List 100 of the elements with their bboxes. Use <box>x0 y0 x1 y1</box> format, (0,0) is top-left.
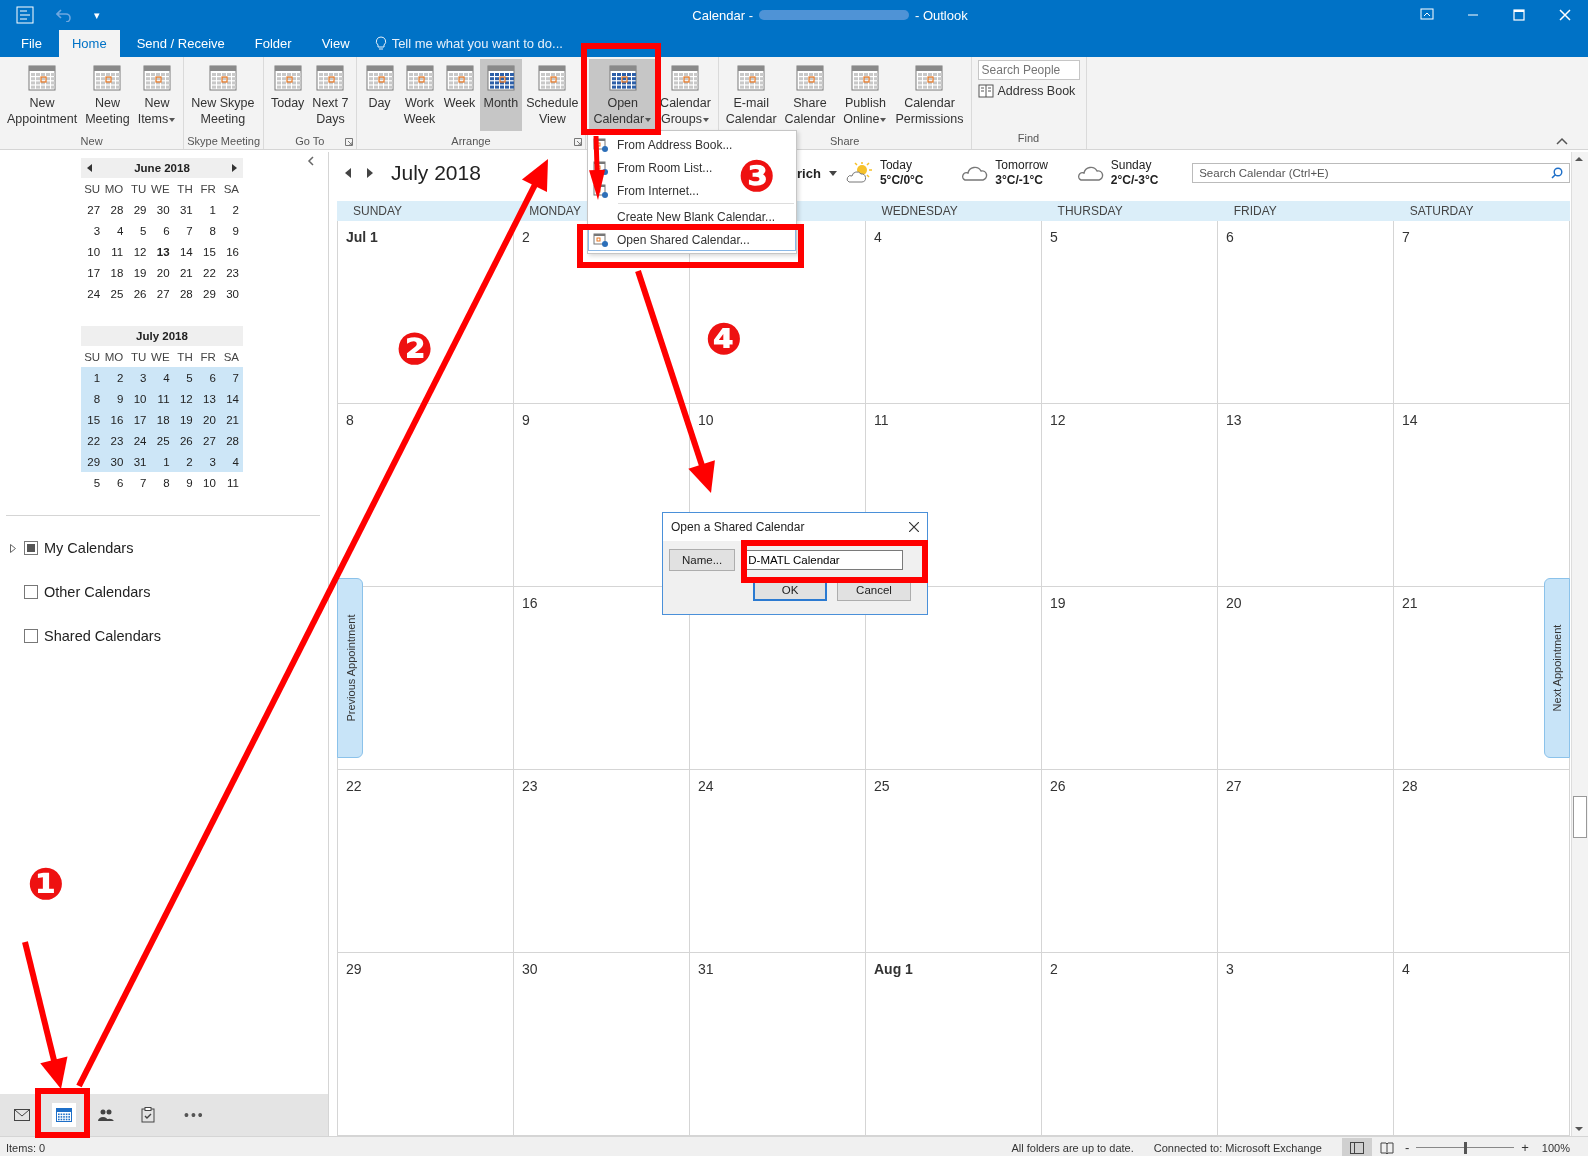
selected-week[interactable]: 15 16 17 18 19 20 21 <box>81 409 243 430</box>
menu-item[interactable]: Open Shared Calendar... <box>588 228 796 251</box>
ribbon-button[interactable]: New Items <box>133 59 181 129</box>
expand-icon[interactable] <box>10 543 16 553</box>
day-number[interactable]: 1 <box>196 203 220 216</box>
day-number[interactable]: 18 <box>104 266 128 279</box>
day-number[interactable]: 8 <box>150 476 174 489</box>
search-icon[interactable] <box>1551 167 1563 179</box>
ribbon-tab[interactable]: File <box>8 30 55 57</box>
day-number[interactable]: 4 <box>219 455 243 468</box>
day-number[interactable]: 21 <box>219 413 243 426</box>
collapse-pane-icon[interactable] <box>307 156 315 166</box>
location-label[interactable]: rich <box>797 165 821 181</box>
day-number[interactable]: 5 <box>127 224 151 237</box>
day-number[interactable]: 7 <box>173 224 197 237</box>
day-number[interactable]: 17 <box>127 413 151 426</box>
day-number[interactable]: 7 <box>127 476 151 489</box>
day-number[interactable]: 5 <box>173 371 197 384</box>
day-number[interactable]: 16 <box>104 413 128 426</box>
previous-month-icon[interactable] <box>87 164 93 172</box>
day-number[interactable]: 11 <box>104 245 128 258</box>
day-number[interactable]: 2 <box>104 371 128 384</box>
day-number[interactable]: 23 <box>219 266 243 279</box>
day-number[interactable]: 11 <box>219 476 243 489</box>
day-number[interactable]: 6 <box>150 224 174 237</box>
ribbon-button[interactable]: Month <box>479 59 523 131</box>
day-number[interactable]: 13 <box>196 392 220 405</box>
day-number[interactable]: 15 <box>196 245 220 258</box>
day-number[interactable]: 19 <box>127 266 151 279</box>
ribbon-button[interactable]: Day <box>359 59 400 113</box>
day-number[interactable]: 8 <box>81 392 105 405</box>
day-number[interactable]: 14 <box>219 392 243 405</box>
day-number[interactable]: 9 <box>219 224 243 237</box>
previous-appointment-tab[interactable]: Previous Appointment <box>337 578 363 758</box>
day-number[interactable]: 5 <box>81 476 105 489</box>
scrollbar[interactable] <box>1571 152 1588 1136</box>
day-number[interactable]: 22 <box>196 266 220 279</box>
selected-week[interactable]: 8 9 10 11 12 13 14 <box>81 388 243 409</box>
next-appointment-tab[interactable]: Next Appointment <box>1544 578 1570 758</box>
checkbox[interactable] <box>24 585 38 599</box>
ribbon-button[interactable]: Week <box>439 59 480 113</box>
customize-toolbar-button[interactable]: ▾ <box>94 8 100 22</box>
day-number[interactable]: 20 <box>196 413 220 426</box>
day-number[interactable]: 26 <box>173 434 197 447</box>
day-number[interactable]: 11 <box>150 392 174 405</box>
day-number[interactable]: 6 <box>104 476 128 489</box>
search-people-field[interactable]: Search People <box>977 60 1080 80</box>
ribbon-button[interactable]: Publish Online <box>839 59 892 129</box>
tell-me-field[interactable]: Tell me what you want to do... <box>391 36 563 51</box>
ribbon-button[interactable]: New Meeting <box>81 59 134 129</box>
day-number[interactable]: 17 <box>81 266 105 279</box>
day-number[interactable]: 9 <box>104 392 128 405</box>
ribbon-button[interactable]: Calendar Groups <box>656 59 715 129</box>
launcher-icon[interactable] <box>574 138 583 146</box>
day-number[interactable]: 8 <box>196 224 220 237</box>
caret-icon[interactable] <box>828 170 837 176</box>
checkbox[interactable] <box>24 629 38 643</box>
day-number[interactable]: 3 <box>127 371 151 384</box>
checkbox[interactable] <box>24 541 38 555</box>
day-number[interactable]: 18 <box>150 413 174 426</box>
zoom-in-button[interactable]: + <box>1518 1140 1532 1155</box>
day-number[interactable]: 26 <box>127 287 151 300</box>
day-number[interactable]: 10 <box>81 245 105 258</box>
day-number[interactable]: 3 <box>196 455 220 468</box>
ribbon-button[interactable]: Next 7 Days <box>308 59 353 129</box>
day-number[interactable]: 12 <box>173 392 197 405</box>
day-number[interactable]: 10 <box>127 392 151 405</box>
ribbon-button[interactable]: Schedule View <box>522 59 583 129</box>
ribbon-button[interactable]: Share Calendar <box>780 59 840 129</box>
search-field[interactable]: Search Calendar (Ctrl+E) <box>1192 163 1570 183</box>
day-number[interactable]: 16 <box>219 245 243 258</box>
zoom-thumb[interactable] <box>1464 1141 1468 1154</box>
next-month-icon[interactable] <box>231 164 237 172</box>
address-book-button[interactable]: Address Book <box>977 84 1080 98</box>
day-number[interactable]: 2 <box>173 455 197 468</box>
day-number[interactable]: 6 <box>196 371 220 384</box>
day-number[interactable]: 27 <box>81 203 105 216</box>
day-number[interactable]: 27 <box>196 434 220 447</box>
day-number[interactable]: 24 <box>127 434 151 447</box>
day-number[interactable]: 30 <box>104 455 128 468</box>
day-number[interactable]: 22 <box>81 434 105 447</box>
selected-week[interactable]: 22 23 24 25 26 27 28 <box>81 430 243 451</box>
ribbon-button[interactable]: New Appointment <box>3 59 82 129</box>
day-number[interactable]: 20 <box>150 266 174 279</box>
ribbon-tab[interactable]: Send / Receive <box>123 30 238 57</box>
day-number[interactable]: 30 <box>219 287 243 300</box>
launcher-icon[interactable] <box>344 138 353 146</box>
folder-label[interactable]: My Calendars <box>44 540 134 556</box>
ribbon-tab[interactable]: View <box>308 30 363 57</box>
day-number[interactable]: 9 <box>173 476 197 489</box>
menu-item[interactable]: Create New Blank Calendar... <box>588 205 796 228</box>
lightbulb-icon[interactable] <box>374 36 387 51</box>
day-number[interactable]: 23 <box>104 434 128 447</box>
folder-label[interactable]: Shared Calendars <box>44 628 161 644</box>
day-number[interactable]: 25 <box>150 434 174 447</box>
day-number[interactable]: 13 <box>150 245 174 258</box>
day-number[interactable]: 1 <box>150 455 174 468</box>
day-number[interactable]: 10 <box>196 476 220 489</box>
day-number[interactable]: 21 <box>173 266 197 279</box>
day-number[interactable]: 29 <box>127 203 151 216</box>
